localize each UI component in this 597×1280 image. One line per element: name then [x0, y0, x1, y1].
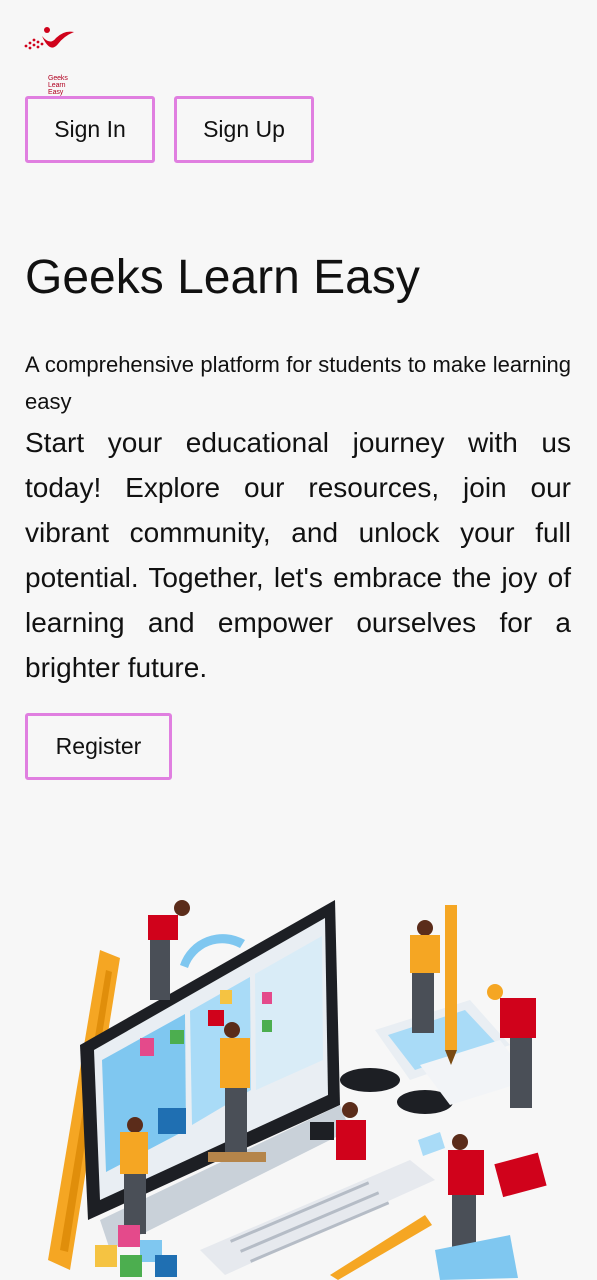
landing-page: Geeks Learn Easy Sign In Sign Up Geeks L…: [0, 0, 597, 1280]
page-title: Geeks Learn Easy: [25, 251, 420, 304]
page-subtitle: A comprehensive platform for students to…: [25, 352, 571, 414]
team-building-illustration-icon: [48, 900, 547, 1280]
logo-icon: [24, 27, 74, 50]
team-illustration: [40, 880, 570, 1280]
sign-up-button[interactable]: Sign Up: [174, 96, 314, 163]
register-button[interactable]: Register: [25, 713, 172, 780]
app-logo[interactable]: Geeks Learn Easy: [22, 24, 78, 96]
intro-paragraph: Start your educational journey with us t…: [25, 427, 571, 683]
sign-in-button[interactable]: Sign In: [25, 96, 155, 163]
logo-text: Geeks Learn Easy: [48, 75, 68, 96]
